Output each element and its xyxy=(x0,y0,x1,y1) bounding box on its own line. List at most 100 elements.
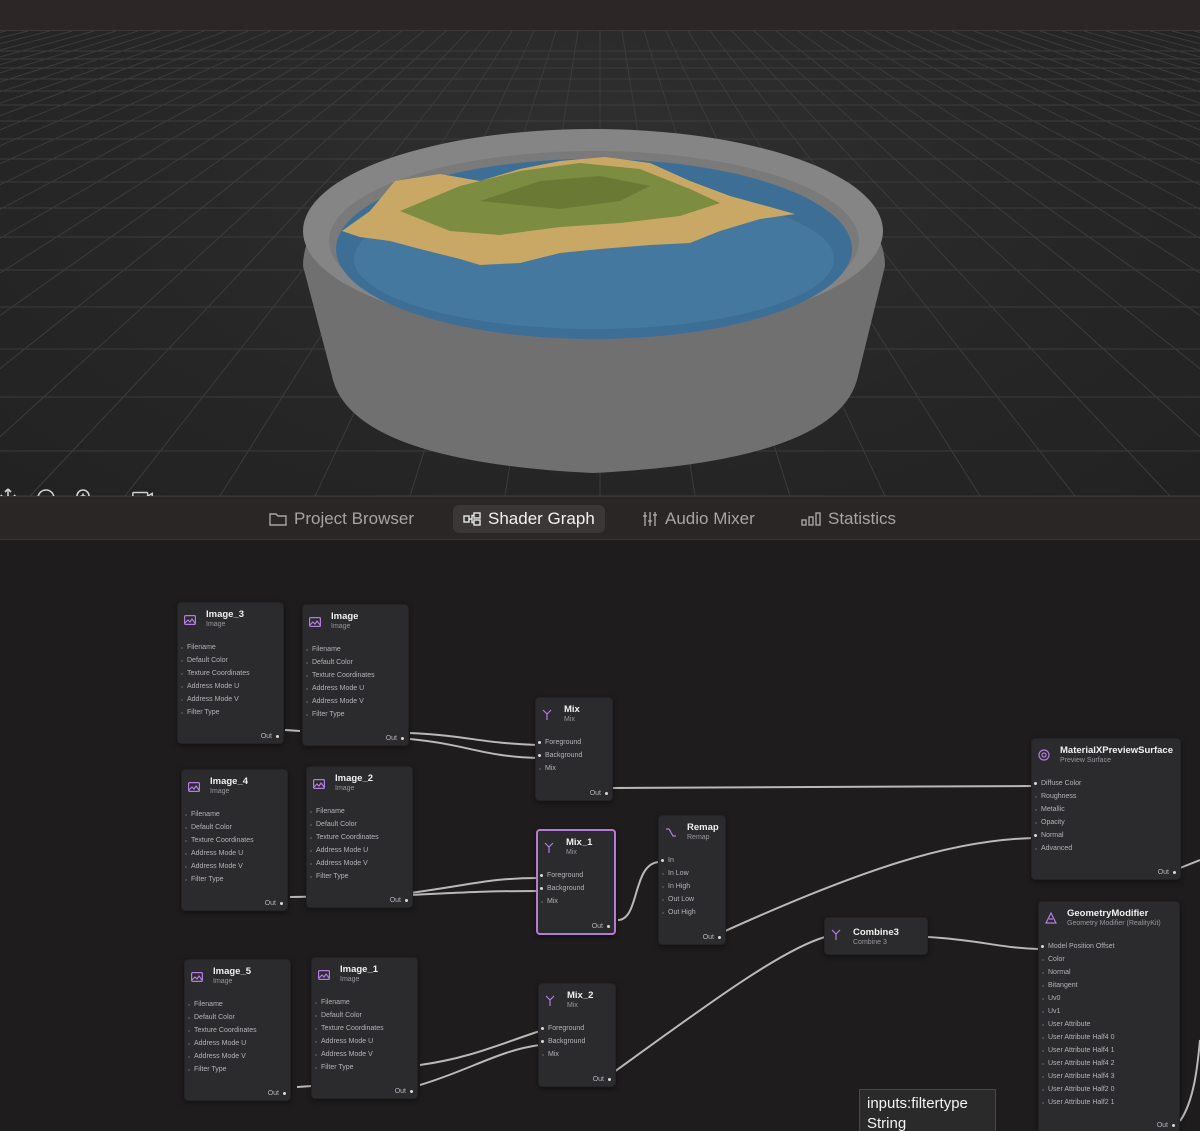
input-port[interactable]: User Attribute Half4 2 xyxy=(1039,1057,1179,1070)
camera-reset-icon[interactable] xyxy=(131,486,155,496)
tab-project-browser[interactable]: Project Browser xyxy=(259,505,424,533)
input-port[interactable]: Mix xyxy=(538,895,614,908)
node-header[interactable]: Combine3 Combine 3 xyxy=(825,918,927,950)
input-port[interactable]: Address Mode V xyxy=(312,1048,417,1061)
tab-statistics[interactable]: Statistics xyxy=(791,505,906,533)
input-port[interactable]: User Attribute xyxy=(1039,1018,1179,1031)
input-port[interactable]: Texture Coordinates xyxy=(178,667,283,680)
input-port[interactable]: Default Color xyxy=(182,821,287,834)
input-port[interactable]: Metallic xyxy=(1032,803,1180,816)
input-port[interactable]: Address Mode V xyxy=(303,695,408,708)
node-header[interactable]: GeometryModifier Geometry Modifier (Reali… xyxy=(1039,902,1179,934)
zoom-icon[interactable] xyxy=(73,486,97,496)
node-header[interactable]: MaterialXPreviewSurface Preview Surface xyxy=(1032,739,1180,771)
node-image-3[interactable]: Image_3 Image Filename Default Color Texture… xyxy=(177,602,284,744)
node-header[interactable]: Image_2 Image xyxy=(307,767,412,799)
input-port[interactable]: Background xyxy=(539,1035,615,1048)
input-port[interactable]: Address Mode V xyxy=(307,857,412,870)
output-port[interactable]: Out xyxy=(265,900,283,907)
node-header[interactable]: Image_3 Image xyxy=(178,603,283,635)
input-port[interactable]: Normal xyxy=(1032,829,1180,842)
input-port[interactable]: Texture Coordinates xyxy=(185,1024,290,1037)
input-port[interactable]: In Low xyxy=(659,867,725,880)
move-icon[interactable] xyxy=(0,486,20,496)
node-header[interactable]: Mix_2 Mix xyxy=(539,984,615,1016)
input-port[interactable]: In xyxy=(659,854,725,867)
input-port[interactable]: Address Mode U xyxy=(182,847,287,860)
input-port[interactable]: Filename xyxy=(307,805,412,818)
node-header[interactable]: Mix_1 Mix xyxy=(538,831,614,863)
input-port[interactable]: Default Color xyxy=(312,1009,417,1022)
input-port[interactable]: Filter Type xyxy=(307,870,412,883)
input-port[interactable]: Filter Type xyxy=(303,708,408,721)
output-port[interactable]: Out xyxy=(592,923,610,930)
input-port[interactable]: Address Mode U xyxy=(178,680,283,693)
input-port[interactable]: User Attribute Half4 1 xyxy=(1039,1044,1179,1057)
output-port[interactable]: Out xyxy=(1157,1122,1175,1129)
input-port[interactable]: Normal xyxy=(1039,966,1179,979)
output-port[interactable]: Out xyxy=(703,934,721,941)
node-image-4[interactable]: Image_4 Image Filename Default Color Texture… xyxy=(181,769,288,911)
input-port[interactable]: Address Mode U xyxy=(312,1035,417,1048)
input-port[interactable]: Bitangent xyxy=(1039,979,1179,992)
node-header[interactable]: Image_5 Image xyxy=(185,960,290,992)
input-port[interactable]: Default Color xyxy=(185,1011,290,1024)
output-port[interactable]: Out xyxy=(593,1076,611,1083)
input-port[interactable]: Filename xyxy=(303,643,408,656)
input-port[interactable]: Filter Type xyxy=(312,1061,417,1074)
input-port[interactable]: Filter Type xyxy=(182,873,287,886)
shader-graph-canvas[interactable]: Image_3 Image Filename Default Color Texture… xyxy=(0,540,1200,1131)
input-port[interactable]: User Attribute Half4 0 xyxy=(1039,1031,1179,1044)
output-port[interactable]: Out xyxy=(261,733,279,740)
input-port[interactable]: Texture Coordinates xyxy=(307,831,412,844)
input-port[interactable]: Filename xyxy=(182,808,287,821)
input-port[interactable]: User Attribute Half2 0 xyxy=(1039,1083,1179,1096)
input-port[interactable]: Default Color xyxy=(307,818,412,831)
node-header[interactable]: Remap Remap xyxy=(659,816,725,848)
input-port[interactable]: Foreground xyxy=(539,1022,615,1035)
input-port[interactable]: Advanced xyxy=(1032,842,1180,855)
output-port[interactable]: Out xyxy=(268,1090,286,1097)
input-port[interactable]: Filename xyxy=(178,641,283,654)
input-port[interactable]: Opacity xyxy=(1032,816,1180,829)
tab-audio-mixer[interactable]: Audio Mixer xyxy=(632,505,765,533)
input-port[interactable]: Filename xyxy=(185,998,290,1011)
output-port[interactable]: Out xyxy=(390,897,408,904)
node-header[interactable]: Mix Mix xyxy=(536,698,612,730)
output-port[interactable]: Out xyxy=(1158,869,1176,876)
input-port[interactable]: Address Mode U xyxy=(307,844,412,857)
node-image-5[interactable]: Image_5 Image Filename Default Color Texture… xyxy=(184,959,291,1101)
node-remap[interactable]: Remap Remap In In Low In High Out Low Out High… xyxy=(658,815,726,945)
node-image-1[interactable]: Image_1 Image Filename Default Color Texture… xyxy=(311,957,418,1099)
input-port[interactable]: User Attribute Half4 3 xyxy=(1039,1070,1179,1083)
input-port[interactable]: In High xyxy=(659,880,725,893)
node-mix-2[interactable]: Mix_2 Mix Foreground Background Mix Out xyxy=(538,983,616,1087)
input-port[interactable]: Out Low xyxy=(659,893,725,906)
node-surface[interactable]: MaterialXPreviewSurface Preview Surface Di… xyxy=(1031,738,1181,880)
output-port[interactable]: Out xyxy=(395,1088,413,1095)
input-port[interactable]: Address Mode V xyxy=(182,860,287,873)
input-port[interactable]: Mix xyxy=(536,762,612,775)
node-header[interactable]: Image_4 Image xyxy=(182,770,287,802)
output-port[interactable]: Out xyxy=(386,735,404,742)
input-port[interactable]: Background xyxy=(538,882,614,895)
input-port[interactable]: Texture Coordinates xyxy=(182,834,287,847)
node-image[interactable]: Image Image Filename Default Color Texture C… xyxy=(302,604,409,746)
input-port[interactable]: Diffuse Color xyxy=(1032,777,1180,790)
node-combine3[interactable]: Combine3 Combine 3 xyxy=(824,917,928,955)
tab-shader-graph[interactable]: Shader Graph xyxy=(453,505,605,533)
node-mix[interactable]: Mix Mix Foreground Background Mix Out xyxy=(535,697,613,801)
input-port[interactable]: Out High xyxy=(659,906,725,919)
input-port[interactable]: Roughness xyxy=(1032,790,1180,803)
input-port[interactable]: Uv0 xyxy=(1039,992,1179,1005)
input-port[interactable]: Filter Type xyxy=(178,706,283,719)
input-port[interactable]: Default Color xyxy=(178,654,283,667)
input-port[interactable]: Default Color xyxy=(303,656,408,669)
node-geometry[interactable]: GeometryModifier Geometry Modifier (Reali… xyxy=(1038,901,1180,1131)
node-header[interactable]: Image Image xyxy=(303,605,408,637)
input-port[interactable]: Filename xyxy=(312,996,417,1009)
input-port[interactable]: Foreground xyxy=(536,736,612,749)
input-port[interactable]: Color xyxy=(1039,953,1179,966)
input-port[interactable]: Uv1 xyxy=(1039,1005,1179,1018)
input-port[interactable]: Texture Coordinates xyxy=(303,669,408,682)
